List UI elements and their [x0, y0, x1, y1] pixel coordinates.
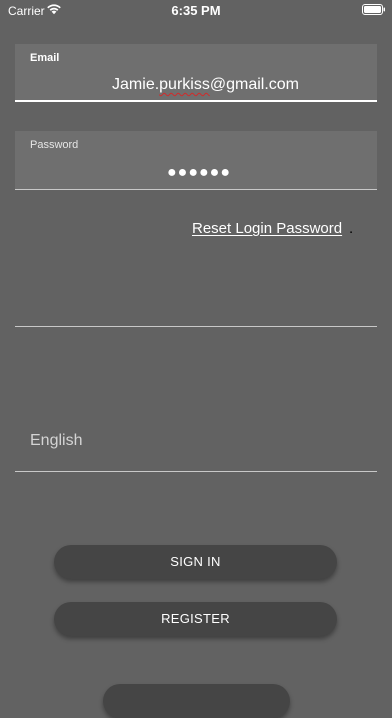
partial-button[interactable]: [103, 684, 290, 718]
status-bar: Carrier 6:35 PM: [0, 0, 392, 22]
email-label: Email: [30, 52, 60, 64]
password-label: Password: [30, 139, 79, 151]
status-time: 6:35 PM: [171, 3, 221, 18]
email-value-part: Jamie.: [112, 76, 160, 93]
reset-password-link[interactable]: Reset Login Password: [192, 220, 342, 237]
register-button[interactable]: REGISTER: [54, 602, 337, 636]
battery-icon: [362, 4, 385, 15]
sign-in-button[interactable]: SIGN IN: [54, 545, 337, 579]
email-field[interactable]: Email Jamie.purkiss@gmail.com: [15, 44, 377, 102]
password-field[interactable]: Password ●●●●●●: [15, 131, 377, 190]
email-value-domain: @gmail.com: [209, 76, 299, 93]
divider: [15, 326, 377, 327]
language-selector[interactable]: English: [15, 418, 377, 472]
language-value: English: [30, 432, 83, 449]
email-input-value[interactable]: Jamie.purkiss@gmail.com: [112, 76, 299, 94]
email-value-misspelled: purkiss: [159, 76, 210, 93]
reset-link-period: .: [349, 220, 354, 237]
password-input-value[interactable]: ●●●●●●: [167, 164, 231, 182]
